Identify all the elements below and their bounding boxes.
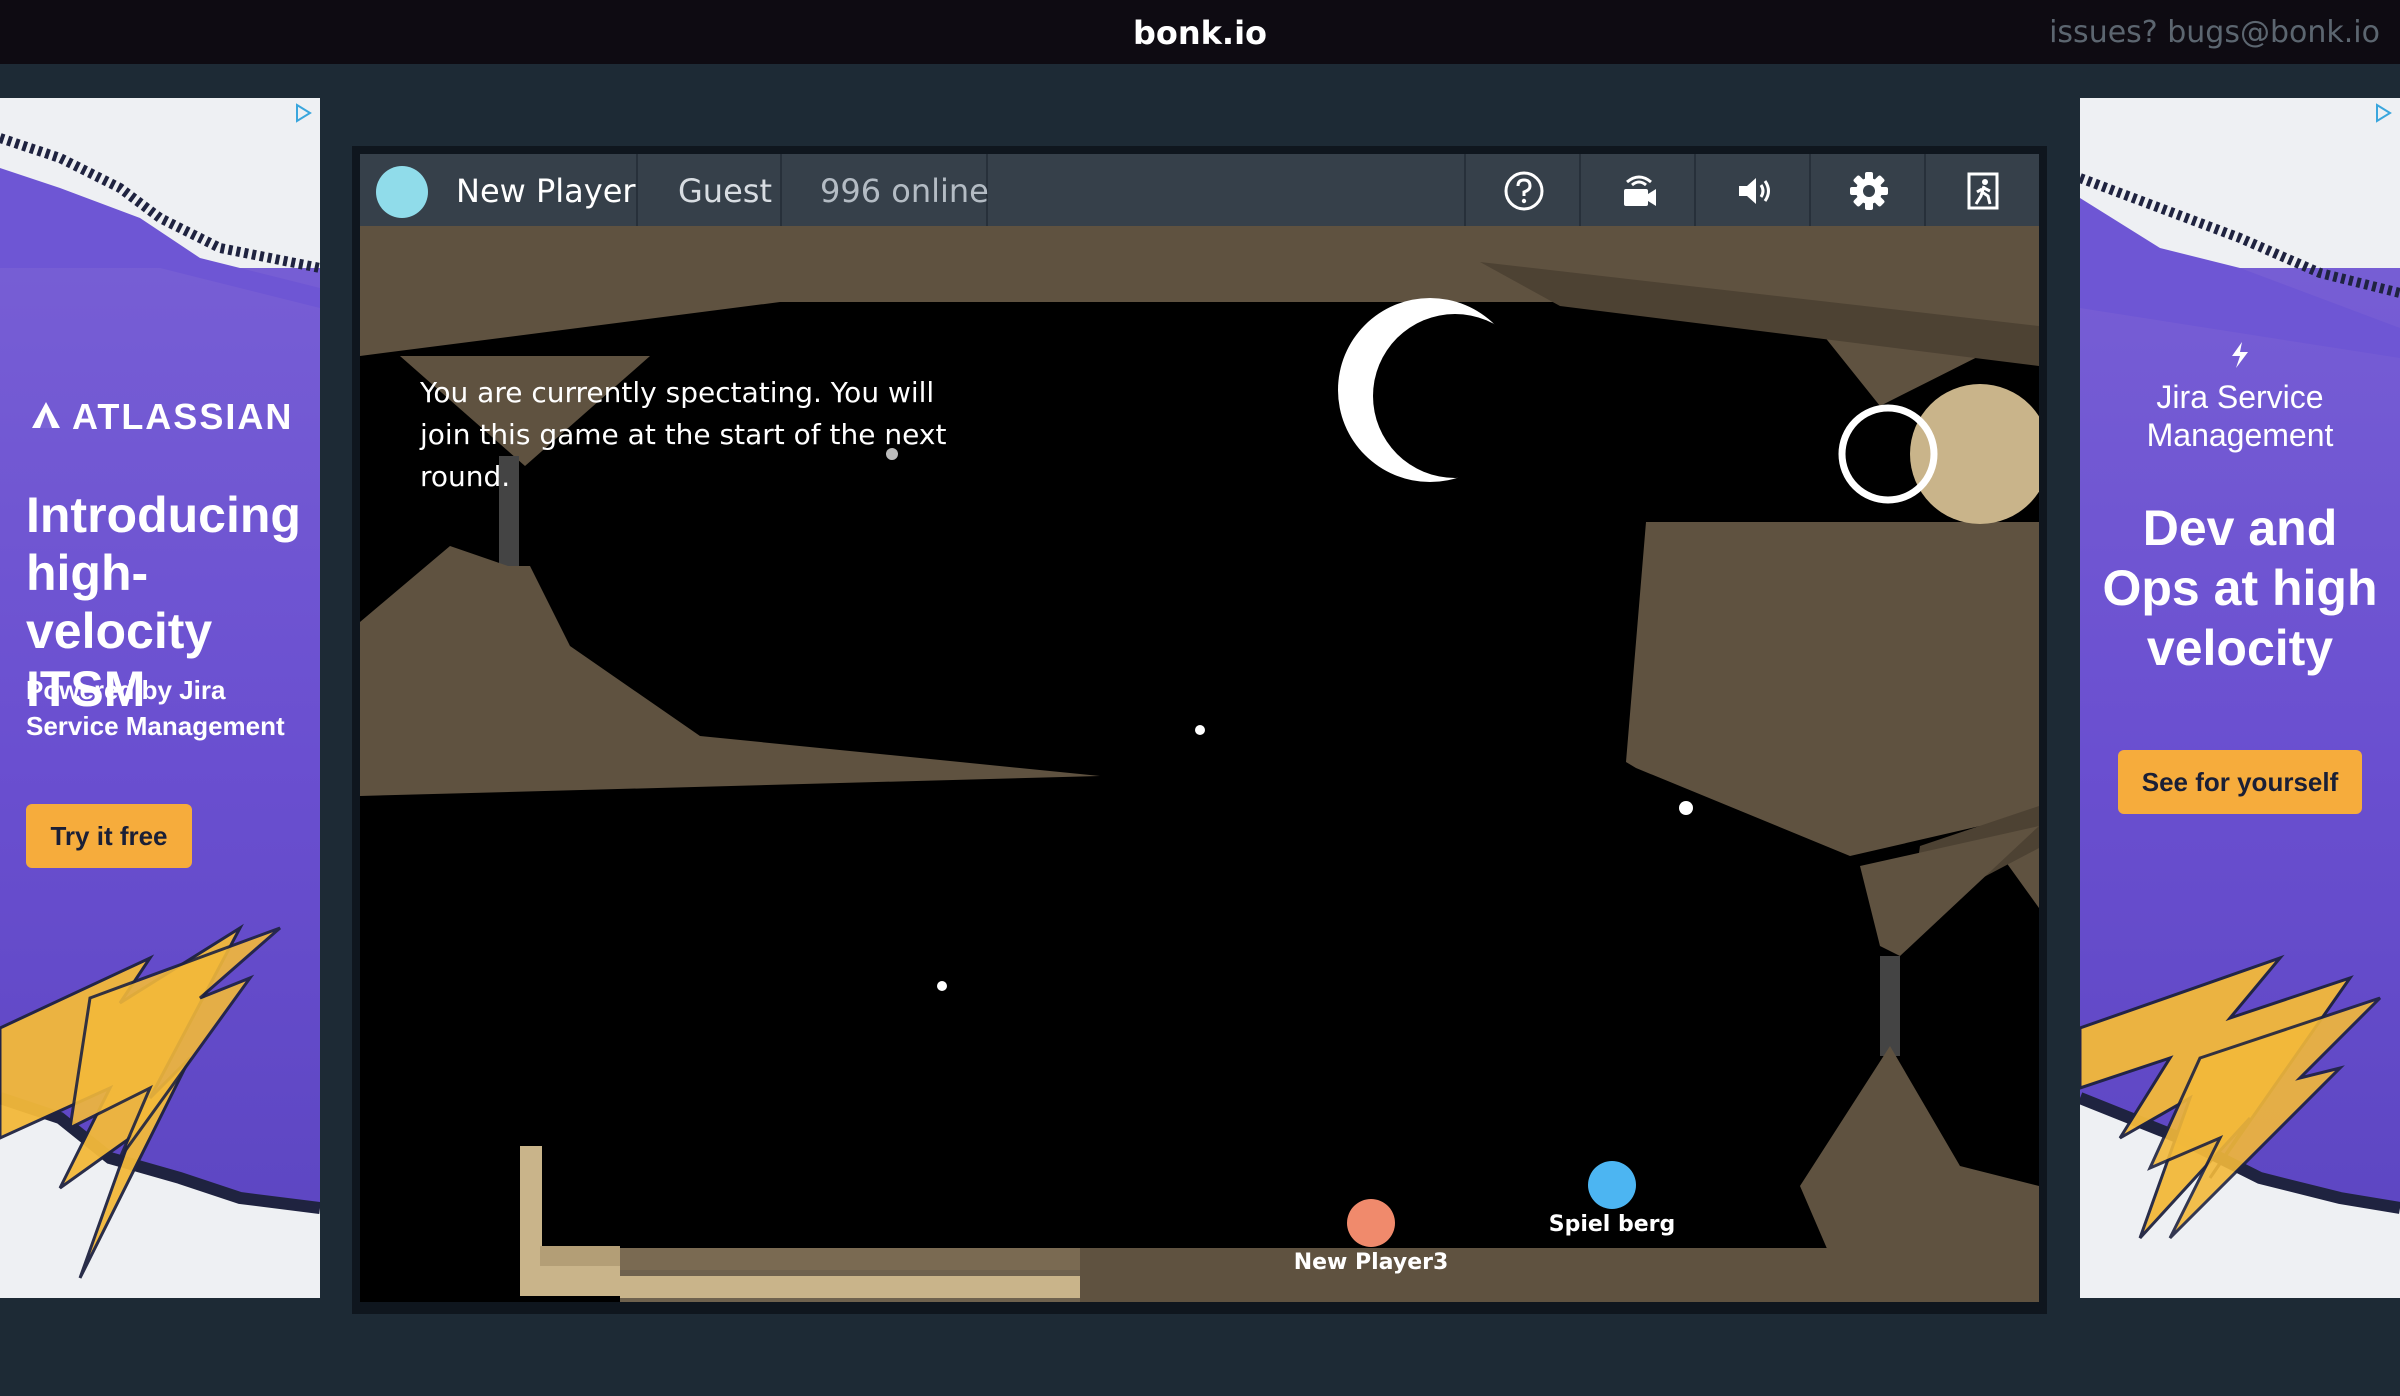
adchoices-icon[interactable] (292, 102, 314, 124)
settings-icon (1850, 172, 1888, 210)
ad-cta-button[interactable]: Try it free (26, 804, 192, 868)
ad-banner-right[interactable]: Jira Service Management Dev and Ops at h… (2080, 98, 2400, 1298)
spectate-message: You are currently spectating. You will j… (420, 376, 947, 493)
account-type: Guest (678, 172, 772, 210)
volume-icon (1739, 178, 1770, 204)
game-header-bar: New Player Guest 996 online (360, 154, 2039, 226)
ad-brand: ATLASSIAN (72, 396, 294, 437)
exit-button[interactable] (1924, 154, 2039, 226)
ad-subtext: Powered by Jira Service Management (26, 675, 285, 741)
ad-headline: Dev and Ops at high velocity (2102, 500, 2378, 676)
jira-logo-icon (2232, 342, 2248, 368)
ad-decor (2080, 173, 2400, 1298)
site-title: bonk.io (1132, 14, 1268, 52)
top-bar: bonk.io issues? bugs@bonk.io (0, 0, 2400, 64)
atlassian-logo-icon (32, 402, 60, 428)
account-type-cell: Guest (638, 154, 782, 226)
issues-contact-link[interactable]: issues? bugs@bonk.io (2049, 0, 2380, 64)
exit-icon (1967, 172, 1999, 210)
online-count: 996 online (820, 172, 989, 210)
player-label: New Player3 (1293, 1250, 1449, 1275)
volume-button[interactable] (1694, 154, 1809, 226)
adchoices-icon[interactable] (2372, 102, 2394, 124)
player-label: Spiel berg (1548, 1212, 1676, 1237)
ad-brand: Jira Service Management (2146, 379, 2334, 453)
player-info[interactable]: New Player (360, 154, 638, 226)
spectate-camera-icon (1624, 175, 1656, 206)
help-icon (1504, 171, 1544, 211)
ad-banner-left[interactable]: ATLASSIAN Introducing high-velocity ITSM… (0, 98, 320, 1298)
player-avatar (376, 166, 428, 218)
game-canvas[interactable]: You are currently spectating. You will j… (360, 226, 2039, 1302)
game-frame: New Player Guest 996 online You are curr… (352, 146, 2047, 1314)
spectate-camera-button[interactable] (1579, 154, 1694, 226)
ad-cta-button[interactable]: See for yourself (2118, 750, 2362, 814)
settings-button[interactable] (1809, 154, 1924, 226)
player-name: New Player (456, 172, 636, 210)
help-button[interactable] (1464, 154, 1579, 226)
online-count-cell: 996 online (782, 154, 989, 226)
